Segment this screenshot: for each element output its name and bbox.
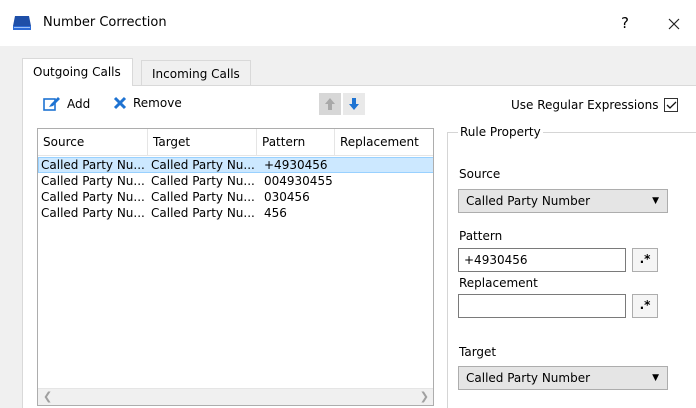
pattern-regex-button[interactable]: .* [632,248,658,272]
table-row[interactable]: Called Party Nu... Called Party Nu... 00… [38,174,433,190]
table-row[interactable]: Called Party Nu... Called Party Nu... +4… [38,157,433,174]
table-header: Source Target Pattern Replacement [38,129,433,156]
use-regex-label: Use Regular Expressions [511,98,659,112]
cell-source: Called Party Nu... [41,174,145,188]
cell-replacement [336,206,433,222]
replacement-label: Replacement [459,276,538,290]
help-button[interactable]: ? [612,10,638,36]
tab-incoming-calls[interactable]: Incoming Calls [141,60,251,86]
cell-replacement [336,190,433,206]
source-select-value: Called Party Number [466,194,591,208]
column-header-target[interactable]: Target [148,129,257,156]
cell-target: Called Party Nu... [151,174,255,188]
rule-property-group: Rule Property Source Called Party Number… [447,125,696,408]
add-button[interactable]: Add [43,96,90,112]
remove-label: Remove [133,96,182,110]
source-label: Source [459,167,501,181]
cell-replacement [336,174,433,190]
use-regex-checkbox[interactable]: Use Regular Expressions [511,98,679,112]
pattern-label: Pattern [459,229,503,243]
table-row[interactable]: Called Party Nu... Called Party Nu... 45… [38,206,433,222]
checkbox-box[interactable] [664,98,679,112]
column-header-pattern[interactable]: Pattern [257,129,335,156]
close-button[interactable] [660,10,688,36]
outgoing-calls-panel: Add Remove Use Regular Expressions Sourc… [22,85,696,408]
dialog-body: Outgoing Calls Incoming Calls Add Remove [0,46,696,408]
add-label: Add [67,97,91,111]
scroll-left-icon[interactable]: ❮ [43,390,52,403]
replacement-regex-button[interactable]: .* [632,294,658,318]
arrow-down-icon [349,98,359,110]
chevron-down-icon: ▼ [652,196,659,206]
table-row[interactable]: Called Party Nu... Called Party Nu... 03… [38,190,433,206]
tab-outgoing-calls[interactable]: Outgoing Calls [22,58,133,86]
scroll-right-icon[interactable]: ❯ [420,390,429,403]
cell-source: Called Party Nu... [41,158,145,172]
chevron-down-icon: ▼ [652,373,659,383]
rules-table[interactable]: Source Target Pattern Replacement Called… [37,128,434,406]
cell-pattern: 456 [264,206,287,220]
window-title: Number Correction [43,15,167,30]
target-select[interactable]: Called Party Number ▼ [458,366,668,390]
source-select[interactable]: Called Party Number ▼ [458,189,668,213]
move-down-button[interactable] [343,93,365,115]
title-bar: Number Correction ? [0,0,696,46]
target-label: Target [459,345,497,359]
cell-target: Called Party Nu... [151,190,255,204]
rule-property-title: Rule Property [458,125,543,139]
pattern-input[interactable]: +4930456 [458,248,626,272]
arrow-up-icon [325,98,335,110]
phone-app-icon [12,15,32,31]
cell-pattern: 030456 [264,190,310,204]
move-up-button[interactable] [319,93,341,115]
remove-x-icon [113,96,127,110]
target-select-value: Called Party Number [466,371,591,385]
column-header-replacement[interactable]: Replacement [335,129,433,156]
replacement-input[interactable] [458,294,626,318]
cell-target: Called Party Nu... [151,206,255,220]
cell-replacement [336,158,433,174]
cell-pattern: +4930456 [264,158,328,172]
horizontal-scrollbar[interactable]: ❮ ❯ [38,388,433,405]
edit-icon [43,97,60,111]
cell-source: Called Party Nu... [41,190,145,204]
cell-target: Called Party Nu... [151,158,255,172]
cell-source: Called Party Nu... [41,206,145,220]
column-header-source[interactable]: Source [38,129,148,156]
cell-pattern: 004930455 [264,174,333,188]
remove-button[interactable]: Remove [113,96,182,110]
checkmark-icon [666,101,677,109]
close-icon [668,18,680,29]
